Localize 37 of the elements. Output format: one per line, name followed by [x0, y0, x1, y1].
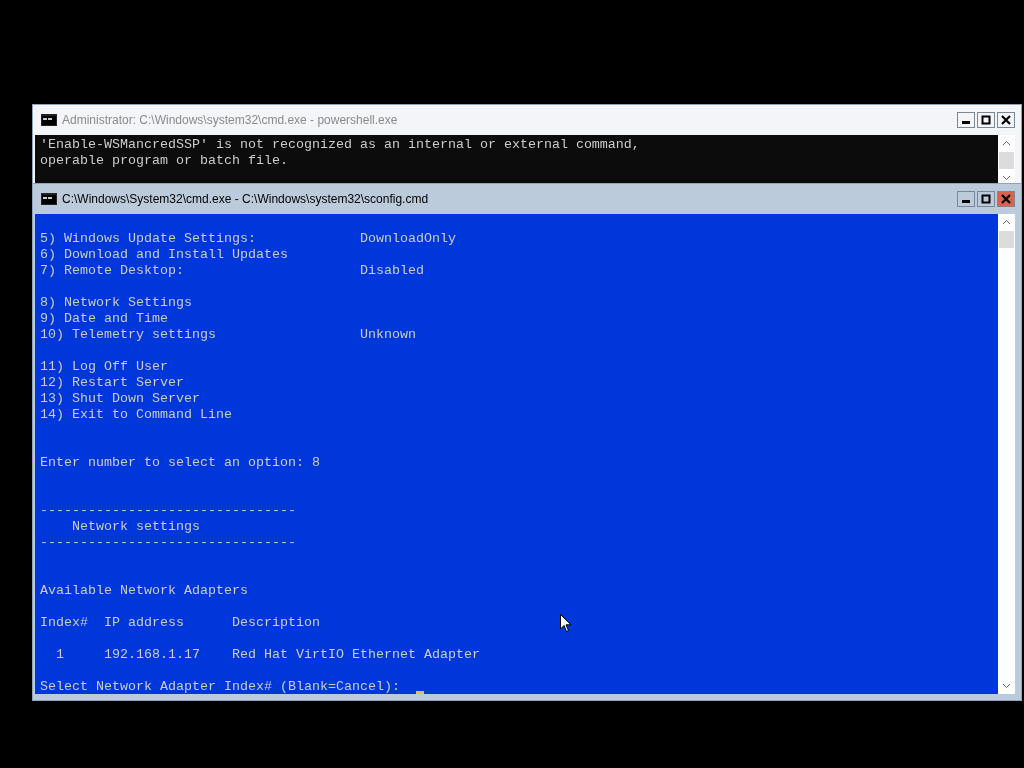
- close-icon: [1001, 194, 1011, 204]
- menu-option: 6) Download and Install Updates: [40, 247, 288, 262]
- scrollbar-thumb[interactable]: [999, 152, 1014, 169]
- input-prompt: Select Network Adapter Index# (Blank=Cancel):: [40, 679, 400, 694]
- console-line: Network settings: [71, 519, 200, 534]
- mouse-pointer-icon: [560, 614, 572, 633]
- menu-option: 5) Windows Update Settings:: [40, 231, 360, 247]
- scrollbar[interactable]: [998, 214, 1015, 694]
- console-line: 1 192.168.1.17 Red Hat VirtIO Ethernet Adapter: [55, 647, 480, 662]
- window-title: C:\Windows\System32\cmd.exe - C:\Windows\system32\sconfig.cmd: [62, 192, 429, 206]
- window-title: Administrator: C:\Windows\system32\cmd.exe - powershell.exe: [62, 113, 398, 127]
- menu-option: 13) Shut Down Server: [40, 391, 200, 406]
- menu-option: 7) Remote Desktop:: [40, 263, 360, 279]
- menu-option: 9) Date and Time: [40, 311, 168, 326]
- console-line: 'Enable-WSMancredSSP' is not recognized as an internal or external command,: [40, 137, 640, 152]
- console-line: Enter number to select an option: 8: [40, 455, 320, 470]
- maximize-icon: [981, 115, 991, 125]
- menu-option: 14) Exit to Command Line: [40, 407, 232, 422]
- console-line: operable program or batch file.: [40, 153, 288, 168]
- setting-value: DownloadOnly: [360, 231, 456, 247]
- console-line: --------------------------------: [40, 535, 296, 550]
- menu-option: 10) Telemetry settings: [40, 327, 360, 343]
- setting-value: Unknown: [360, 327, 416, 343]
- console-icon: [41, 114, 57, 126]
- menu-option: 8) Network Settings: [40, 295, 192, 310]
- menu-option: 11) Log Off User: [40, 359, 168, 374]
- maximize-icon: [981, 194, 991, 204]
- maximize-button[interactable]: [977, 191, 995, 207]
- setting-value: Disabled: [360, 263, 424, 279]
- console-line: Index# IP address Description: [40, 615, 320, 630]
- scrollbar-thumb[interactable]: [999, 231, 1014, 248]
- console-line: Available Network Adapters: [40, 583, 248, 598]
- console-line: --------------------------------: [40, 503, 296, 518]
- close-icon: [1001, 115, 1011, 125]
- menu-option: 12) Restart Server: [40, 375, 184, 390]
- console-icon: [41, 193, 57, 205]
- minimize-button[interactable]: [957, 191, 975, 207]
